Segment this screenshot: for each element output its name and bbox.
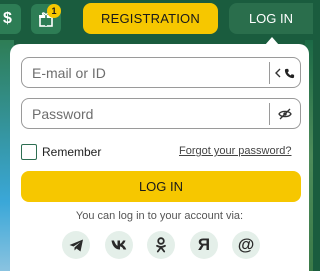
dollar-icon: $ [3,10,12,27]
vk-login-button[interactable] [105,231,133,259]
email-input[interactable] [22,58,262,87]
gift-count-badge: 1 [47,4,61,18]
remember-checkbox[interactable] [21,144,37,160]
phone-toggle-button[interactable] [274,63,296,83]
email-field-divider [269,62,270,84]
password-input[interactable] [22,99,262,128]
telegram-icon [69,239,83,251]
email-login-button[interactable]: @ [232,231,260,259]
telegram-login-button[interactable] [62,231,90,259]
password-field [21,98,301,129]
chevron-left-icon [275,68,281,78]
login-submit-button[interactable]: LOG IN [21,171,301,202]
odnoklassniki-login-button[interactable] [147,231,175,259]
at-sign-icon: @ [237,235,255,254]
login-panel: Remember Forgot your password? LOG IN Yo… [10,44,309,271]
yandex-login-button[interactable]: Я [190,231,218,259]
login-toggle-button[interactable]: LOG IN [229,3,313,34]
eye-off-icon [278,108,292,120]
social-login-prompt: You can log in to your account via: [75,210,244,222]
yandex-icon: Я [197,235,211,254]
email-field [21,57,301,88]
forgot-password-link[interactable]: Forgot your password? [179,145,292,157]
vk-icon [111,240,127,250]
top-bar: $ 1 REGISTRATION LOG IN [0,0,313,40]
balance-button[interactable]: $ [0,4,21,34]
remember-label: Remember [42,145,102,159]
phone-icon [284,68,295,78]
registration-button[interactable]: REGISTRATION [83,3,218,34]
show-password-button[interactable] [274,104,296,124]
password-field-divider [269,103,270,125]
odnoklassniki-icon [156,237,166,253]
